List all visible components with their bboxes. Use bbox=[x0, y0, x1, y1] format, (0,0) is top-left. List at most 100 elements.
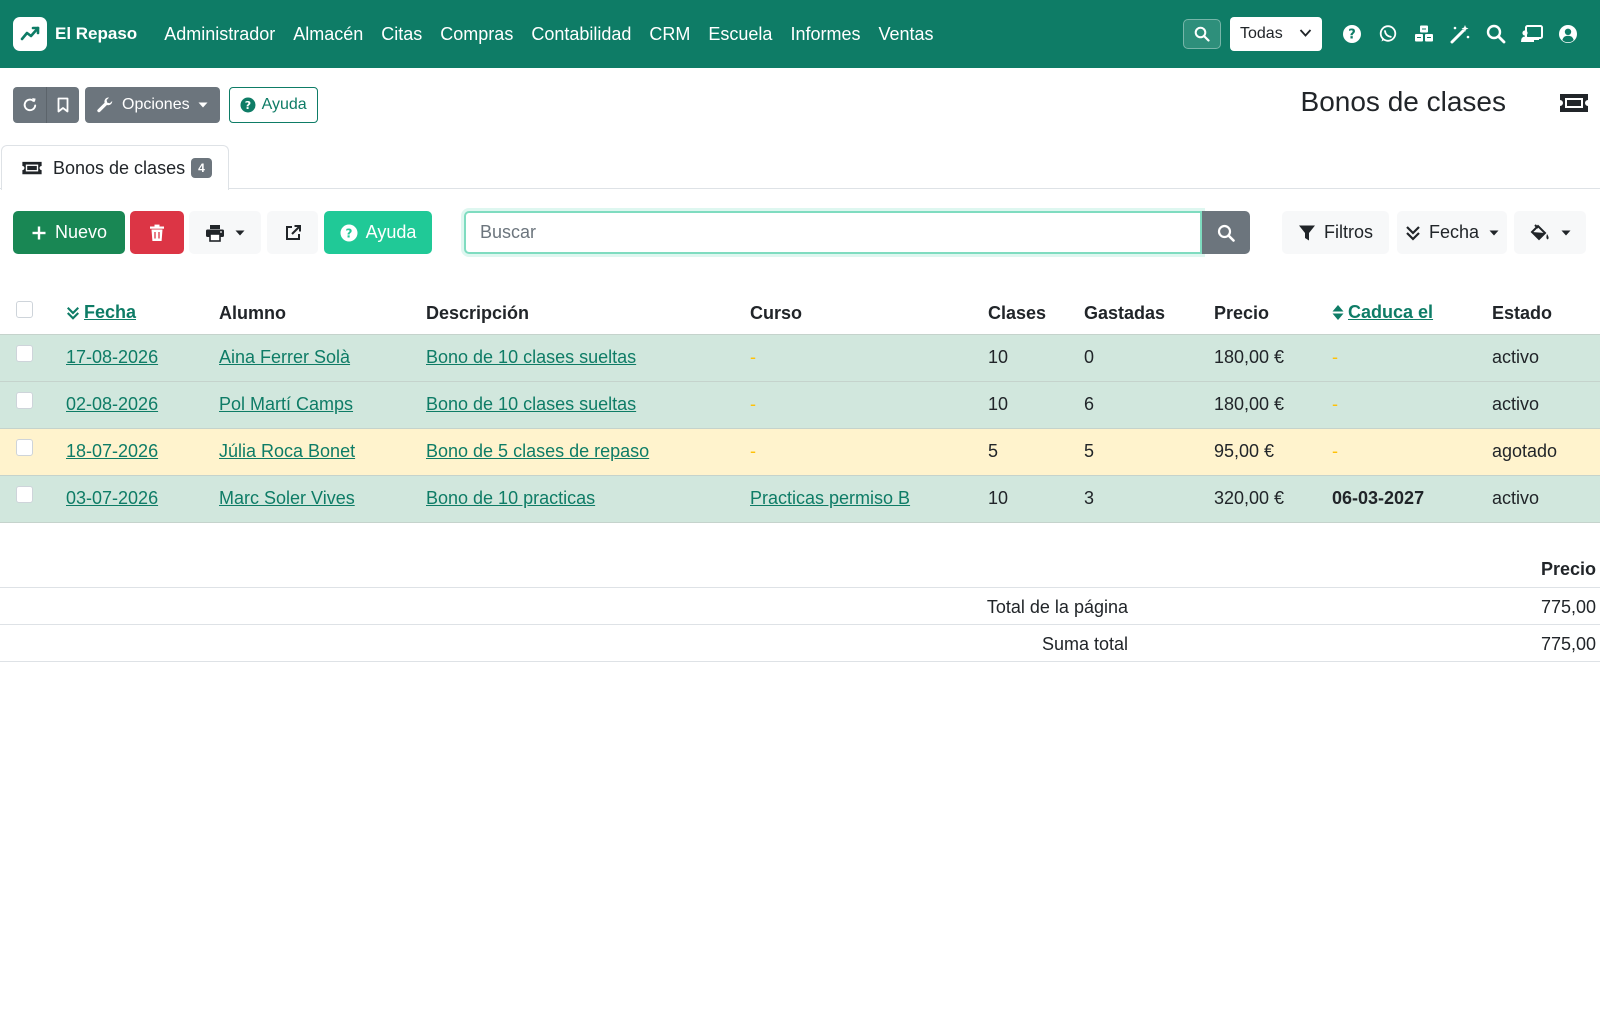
menu-item-escuela[interactable]: Escuela bbox=[708, 24, 772, 45]
grand-total-row: Suma total 775,00 bbox=[0, 625, 1600, 662]
row-fecha-link[interactable]: 03-07-2026 bbox=[66, 488, 158, 508]
help-button[interactable]: ? Ayuda bbox=[324, 211, 432, 254]
brand[interactable]: El Repaso bbox=[13, 17, 137, 51]
filters-button[interactable]: Filtros bbox=[1282, 211, 1389, 254]
navbar-search-button[interactable] bbox=[1183, 19, 1221, 49]
column-header-caduca[interactable]: Caduca el bbox=[1332, 302, 1433, 323]
whatsapp-icon[interactable] bbox=[1370, 14, 1406, 54]
main-menu: Administrador Almacén Citas Compras Cont… bbox=[164, 24, 951, 45]
row-fecha-link[interactable]: 17-08-2026 bbox=[66, 347, 158, 367]
row-descripcion-link[interactable]: Bono de 5 clases de repaso bbox=[426, 441, 649, 461]
row-checkbox[interactable] bbox=[16, 439, 33, 456]
menu-item-contabilidad[interactable]: Contabilidad bbox=[531, 24, 631, 45]
help-button-top[interactable]: ? Ayuda bbox=[228, 87, 318, 123]
delete-button[interactable] bbox=[130, 211, 184, 254]
search-input[interactable] bbox=[464, 211, 1202, 254]
chalkboard-icon[interactable] bbox=[1514, 14, 1550, 54]
row-checkbox[interactable] bbox=[16, 345, 33, 362]
wrench-icon bbox=[97, 97, 113, 113]
tab-bonos-de-clases[interactable]: Bonos de clases 4 bbox=[1, 145, 229, 190]
user-icon[interactable] bbox=[1550, 14, 1586, 54]
options-label: Opciones bbox=[122, 96, 190, 113]
sort-down-icon bbox=[67, 306, 79, 320]
grand-total-label: Suma total bbox=[1041, 634, 1128, 654]
cubes-icon[interactable] bbox=[1406, 14, 1442, 54]
totals-table: Precio Total de la página 775,00 Suma to… bbox=[0, 545, 1600, 662]
reload-button[interactable] bbox=[13, 87, 46, 123]
menu-item-compras[interactable]: Compras bbox=[440, 24, 513, 45]
top-navbar: El Repaso Administrador Almacén Citas Co… bbox=[0, 0, 1600, 68]
column-header-clases: Clases bbox=[988, 303, 1047, 324]
table-row[interactable]: 18-07-2026 Júlia Roca Bonet Bono de 5 cl… bbox=[0, 427, 1600, 475]
menu-item-informes[interactable]: Informes bbox=[790, 24, 860, 45]
list-actions: Nuevo ? Ayuda bbox=[13, 211, 1250, 254]
row-descripcion-link[interactable]: Bono de 10 clases sueltas bbox=[426, 394, 636, 414]
column-header-precio: Precio bbox=[1214, 303, 1270, 324]
reload-bookmark-group bbox=[13, 87, 79, 123]
column-header-estado: Estado bbox=[1492, 303, 1553, 324]
table-row[interactable]: 02-08-2026 Pol Martí Camps Bono de 10 cl… bbox=[0, 380, 1600, 428]
magic-wand-icon[interactable] bbox=[1442, 14, 1478, 54]
tab-bar bbox=[0, 188, 1600, 189]
column-header-fecha[interactable]: Fecha bbox=[66, 302, 136, 323]
row-alumno-link[interactable]: Aina Ferrer Solà bbox=[219, 347, 350, 367]
row-checkbox[interactable] bbox=[16, 486, 33, 503]
options-button[interactable]: Opciones bbox=[85, 87, 220, 123]
chevron-down-icon bbox=[1299, 29, 1312, 37]
order-by-label: Fecha bbox=[1428, 222, 1480, 242]
search-button[interactable] bbox=[1202, 211, 1250, 254]
row-checkbox[interactable] bbox=[16, 392, 33, 409]
help-label: Ayuda bbox=[365, 222, 417, 242]
table-row[interactable]: 17-08-2026 Aina Ferrer Solà Bono de 10 c… bbox=[0, 333, 1600, 381]
bookmark-button[interactable] bbox=[46, 87, 79, 123]
search-icon bbox=[1194, 26, 1210, 42]
grand-total-value: 775,00 bbox=[1540, 634, 1596, 654]
menu-item-almacen[interactable]: Almacén bbox=[293, 24, 363, 45]
sort-down-icon bbox=[1406, 225, 1420, 241]
caret-down-icon bbox=[235, 230, 245, 235]
menu-item-citas[interactable]: Citas bbox=[381, 24, 422, 45]
page-title: Bonos de clases bbox=[1300, 86, 1506, 117]
row-alumno-link[interactable]: Júlia Roca Bonet bbox=[219, 441, 355, 461]
table-row[interactable]: 03-07-2026 Marc Soler Vives Bono de 10 p… bbox=[0, 474, 1600, 523]
color-button[interactable] bbox=[1514, 211, 1586, 254]
row-caduca-empty: - bbox=[1332, 394, 1338, 414]
row-estado: activo bbox=[1492, 333, 1600, 381]
row-gastadas: 5 bbox=[1084, 427, 1214, 475]
list-right-actions: Filtros Fecha bbox=[1282, 211, 1586, 254]
column-header-alumno: Alumno bbox=[219, 303, 286, 324]
row-caduca: 06-03-2027 bbox=[1332, 488, 1425, 508]
export-button[interactable] bbox=[267, 211, 318, 254]
column-header-curso: Curso bbox=[750, 303, 803, 324]
help-icon[interactable]: ? bbox=[1334, 14, 1370, 54]
page-toolbar: Opciones ? Ayuda bbox=[13, 87, 318, 123]
new-button[interactable]: Nuevo bbox=[13, 211, 125, 254]
row-caduca-empty: - bbox=[1332, 441, 1338, 461]
help-icon: ? bbox=[340, 224, 358, 241]
row-curso-link[interactable]: Practicas permiso B bbox=[750, 488, 910, 508]
search-icon[interactable] bbox=[1478, 14, 1514, 54]
row-fecha-link[interactable]: 02-08-2026 bbox=[66, 394, 158, 414]
page-total-row: Total de la página 775,00 bbox=[0, 588, 1600, 625]
row-alumno-link[interactable]: Pol Martí Camps bbox=[219, 394, 353, 414]
order-by-button[interactable]: Fecha bbox=[1397, 211, 1507, 254]
print-button[interactable] bbox=[189, 211, 261, 254]
caret-down-icon bbox=[198, 102, 208, 108]
bookmark-icon bbox=[57, 97, 69, 113]
select-all-checkbox[interactable] bbox=[16, 301, 33, 319]
row-fecha-link[interactable]: 18-07-2026 bbox=[66, 441, 158, 461]
row-clases: 10 bbox=[988, 333, 1084, 381]
tab-count-badge: 4 bbox=[191, 158, 212, 178]
search-group bbox=[464, 211, 1250, 254]
row-curso-empty: - bbox=[750, 394, 756, 414]
menu-item-ventas[interactable]: Ventas bbox=[878, 24, 933, 45]
menu-item-crm[interactable]: CRM bbox=[649, 24, 690, 45]
svg-text:?: ? bbox=[244, 99, 250, 112]
row-alumno-link[interactable]: Marc Soler Vives bbox=[219, 488, 355, 508]
row-descripcion-link[interactable]: Bono de 10 practicas bbox=[426, 488, 595, 508]
company-select[interactable]: Todas bbox=[1230, 17, 1322, 51]
menu-item-administrador[interactable]: Administrador bbox=[164, 24, 275, 45]
caret-down-icon bbox=[1561, 230, 1571, 235]
chart-line-icon bbox=[13, 17, 47, 51]
row-descripcion-link[interactable]: Bono de 10 clases sueltas bbox=[426, 347, 636, 367]
